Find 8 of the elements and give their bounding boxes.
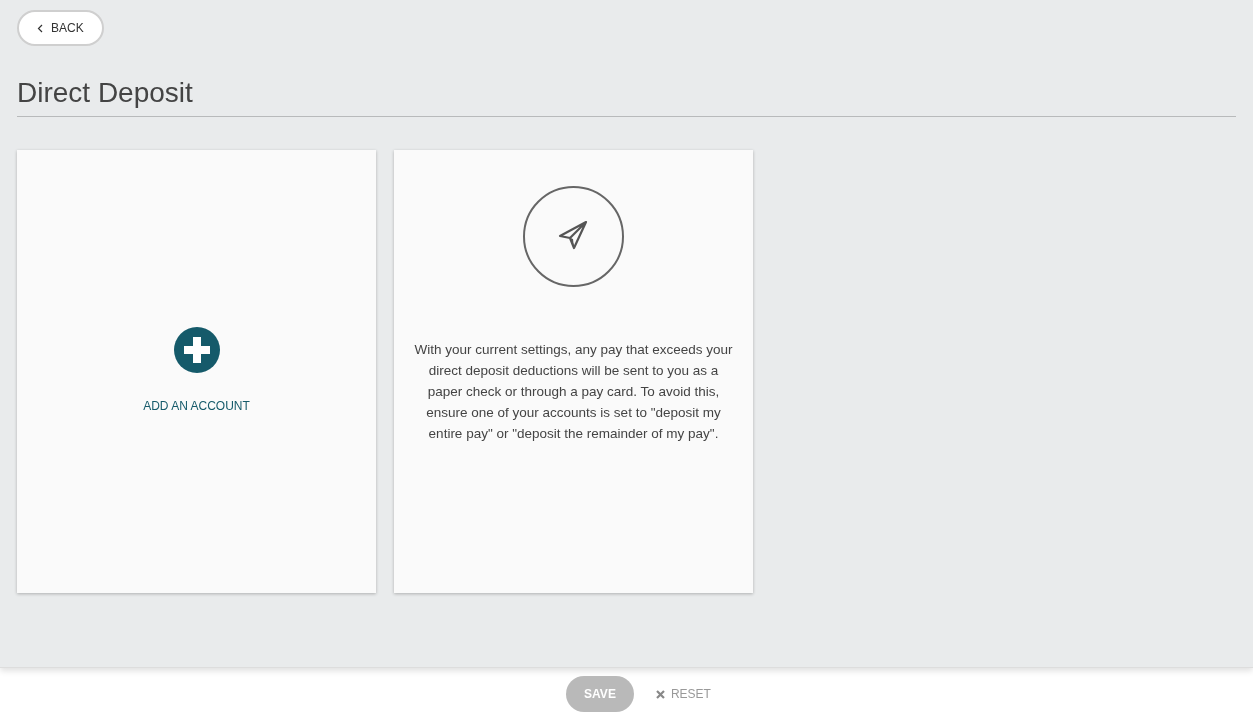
back-button[interactable]: BACK <box>17 10 104 46</box>
plus-icon[interactable] <box>173 327 220 374</box>
page-title: Direct Deposit <box>17 76 1236 117</box>
add-account-link[interactable]: ADD AN ACCOUNT <box>143 397 250 416</box>
close-icon <box>655 689 665 699</box>
paper-plane-icon <box>523 185 624 287</box>
chevron-left-icon <box>37 23 43 33</box>
notice-text: With your current settings, any pay that exceeds your direct deposit deductions will be sent to you as a paper check or through a pay card. To avoid this, ensure one of your accounts is set to "deposit my entire pay" or "deposit the remainder of my pay". <box>413 340 734 443</box>
